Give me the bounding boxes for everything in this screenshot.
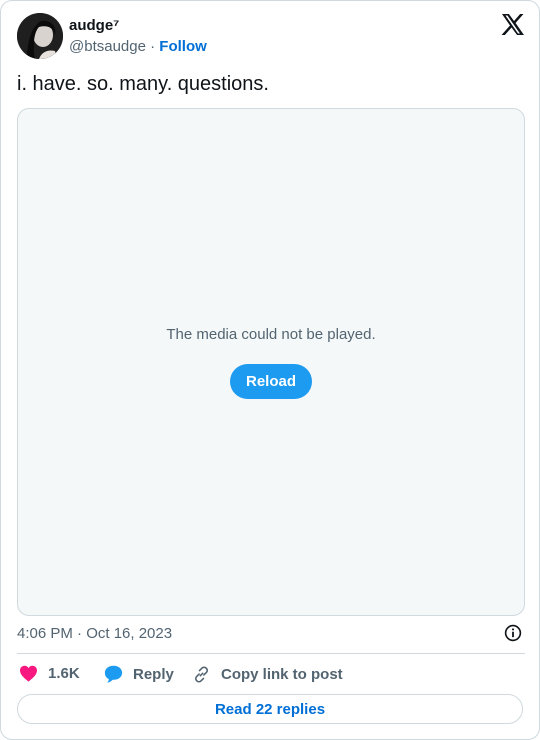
author-handle-row: @btsaudge · Follow	[69, 38, 207, 55]
reload-button[interactable]: Reload	[230, 364, 312, 399]
post-timestamp[interactable]: 4:06 PM · Oct 16, 2023	[17, 625, 172, 642]
info-icon[interactable]	[504, 624, 522, 642]
speech-bubble-icon	[104, 665, 123, 683]
heart-icon	[20, 665, 37, 682]
link-icon	[194, 666, 209, 683]
media-error-message: The media could not be played.	[166, 326, 376, 343]
reply-label: Reply	[133, 665, 174, 683]
read-replies-button[interactable]: Read 22 replies	[17, 694, 523, 724]
copy-link-label: Copy link to post	[221, 666, 343, 683]
like-count: 1.6K	[48, 665, 80, 682]
author-handle[interactable]: @btsaudge	[69, 38, 146, 55]
follow-link[interactable]: Follow	[159, 38, 207, 55]
embedded-post-card: audge⁷ @btsaudge · Follow i. have. so. m…	[0, 0, 540, 740]
media-player: The media could not be played. Reload	[17, 108, 525, 616]
x-logo-icon[interactable]	[501, 14, 524, 35]
divider	[17, 653, 525, 654]
avatar-photo	[17, 13, 63, 59]
post-text: i. have. so. many. questions.	[17, 73, 269, 95]
separator-dot: ·	[150, 38, 156, 55]
author-display-name[interactable]: audge⁷	[69, 17, 119, 34]
avatar[interactable]	[17, 13, 63, 59]
like-button[interactable]: 1.6K	[19, 665, 80, 682]
copy-link-button[interactable]: Copy link to post	[192, 665, 343, 684]
reply-button[interactable]: Reply	[104, 665, 174, 683]
